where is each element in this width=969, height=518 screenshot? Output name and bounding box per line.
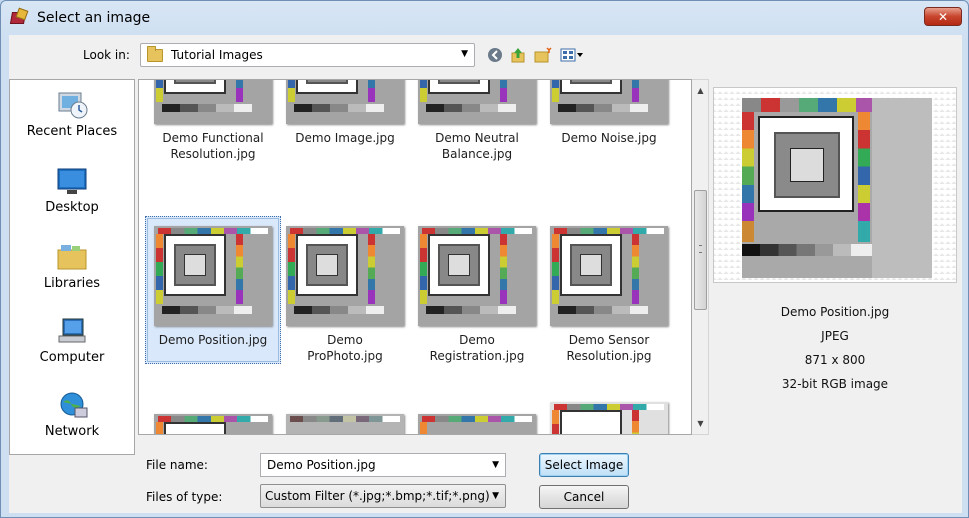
new-folder-icon[interactable] xyxy=(533,46,553,64)
image-thumbnail xyxy=(418,226,536,326)
file-tile[interactable] xyxy=(277,414,413,434)
preview-format: JPEG xyxy=(821,329,849,343)
desktop-icon xyxy=(55,166,89,196)
file-tile[interactable]: Demo Functional Resolution.jpg xyxy=(145,80,281,162)
image-thumbnail xyxy=(154,226,272,326)
file-tile[interactable] xyxy=(409,414,545,434)
file-name: Demo Neutral Balance.jpg xyxy=(435,131,519,161)
file-tile[interactable]: Demo Neutral Balance.jpg xyxy=(409,80,545,162)
place-desktop[interactable]: Desktop xyxy=(10,166,134,215)
file-list[interactable]: Demo Functional Resolution.jpg Demo Image… xyxy=(138,79,692,435)
place-label: Libraries xyxy=(43,276,101,291)
vertical-scrollbar[interactable]: ▲ ▼ xyxy=(692,79,709,435)
file-name: Demo ProPhoto.jpg xyxy=(307,333,383,363)
window-title: Select an image xyxy=(37,10,151,26)
image-thumbnail xyxy=(418,414,536,434)
app-icon xyxy=(9,7,29,27)
file-tile[interactable]: Demo Noise.jpg xyxy=(541,80,677,146)
scroll-up-arrow-icon[interactable]: ▲ xyxy=(692,82,709,99)
image-thumbnail xyxy=(286,226,404,326)
chevron-down-icon: ▼ xyxy=(492,491,499,501)
file-tile[interactable] xyxy=(541,402,677,434)
place-label: Desktop xyxy=(45,200,99,215)
file-tile[interactable] xyxy=(145,414,281,434)
image-thumbnail xyxy=(286,80,404,124)
file-tile[interactable]: Demo Sensor Resolution.jpg xyxy=(541,226,677,364)
dialog-window: Select an image ✕ Look in: Tutorial Imag… xyxy=(0,0,969,518)
network-icon xyxy=(55,390,89,420)
file-tile-selected[interactable]: Demo Position.jpg xyxy=(145,216,281,364)
computer-icon xyxy=(55,316,89,346)
file-name: Demo Position.jpg xyxy=(158,333,268,347)
view-menu-icon[interactable] xyxy=(558,46,586,64)
place-computer[interactable]: Computer xyxy=(10,316,134,365)
title-bar: Select an image ✕ xyxy=(1,1,968,35)
filename-input[interactable]: Demo Position.jpg ▼ xyxy=(260,453,506,477)
recent-places-icon xyxy=(55,90,89,120)
file-tile[interactable]: Demo Registration.jpg xyxy=(409,226,545,364)
lookin-label: Look in: xyxy=(83,48,130,62)
place-network[interactable]: Network xyxy=(10,390,134,439)
image-thumbnail xyxy=(286,414,404,434)
file-name: Demo Noise.jpg xyxy=(561,131,657,145)
image-thumbnail xyxy=(154,414,272,434)
image-preview xyxy=(713,87,957,283)
select-image-button[interactable]: Select Image xyxy=(539,453,629,477)
chevron-down-icon: ▼ xyxy=(461,49,468,59)
scroll-down-arrow-icon[interactable]: ▼ xyxy=(692,415,709,432)
place-recent-places[interactable]: Recent Places xyxy=(10,90,134,139)
dialog-content: Look in: Tutorial Images ▼ Recent Places… xyxy=(9,35,962,513)
filename-value: Demo Position.jpg xyxy=(267,458,376,472)
preview-image xyxy=(742,98,932,278)
place-libraries[interactable]: Libraries xyxy=(10,242,134,291)
close-icon: ✕ xyxy=(937,9,949,24)
image-thumbnail xyxy=(154,80,272,124)
file-name: Demo Sensor Resolution.jpg xyxy=(566,333,652,363)
place-label: Network xyxy=(44,424,100,439)
image-thumbnail xyxy=(550,226,668,326)
lookin-row: Look in: Tutorial Images ▼ xyxy=(9,41,962,69)
cancel-button[interactable]: Cancel xyxy=(539,485,629,509)
file-tile[interactable]: Demo ProPhoto.jpg xyxy=(277,226,413,364)
preview-filename: Demo Position.jpg xyxy=(780,305,890,319)
file-name: Demo Functional Resolution.jpg xyxy=(162,131,264,161)
filetype-select[interactable]: Custom Filter (*.jpg;*.bmp;*.tif;*.png) … xyxy=(260,484,506,508)
lookin-combo[interactable]: Tutorial Images ▼ xyxy=(140,43,475,67)
filetype-label: Files of type: xyxy=(146,490,223,504)
libraries-icon xyxy=(55,242,89,272)
places-bar: Recent Places Desktop Libraries Computer xyxy=(9,79,135,455)
back-icon[interactable] xyxy=(485,46,505,64)
close-button[interactable]: ✕ xyxy=(924,7,962,26)
up-folder-icon[interactable] xyxy=(508,46,528,64)
file-tile[interactable]: Demo Image.jpg xyxy=(277,80,413,146)
image-thumbnail xyxy=(550,80,668,124)
filename-label: File name: xyxy=(146,458,208,472)
preview-dimensions: 871 x 800 xyxy=(804,353,866,367)
place-label: Computer xyxy=(39,350,105,365)
place-label: Recent Places xyxy=(26,124,118,139)
chevron-down-icon[interactable]: ▼ xyxy=(492,460,499,470)
scrollbar-thumb[interactable] xyxy=(694,190,707,310)
image-thumbnail xyxy=(418,80,536,124)
lookin-folder: Tutorial Images xyxy=(171,48,263,62)
preview-color-depth: 32-bit RGB image xyxy=(781,377,889,391)
image-thumbnail xyxy=(550,402,668,434)
folder-icon xyxy=(147,45,163,62)
file-name: Demo Image.jpg xyxy=(295,131,395,145)
file-name: Demo Registration.jpg xyxy=(429,333,525,363)
filetype-value: Custom Filter (*.jpg;*.bmp;*.tif;*.png) xyxy=(265,489,490,503)
